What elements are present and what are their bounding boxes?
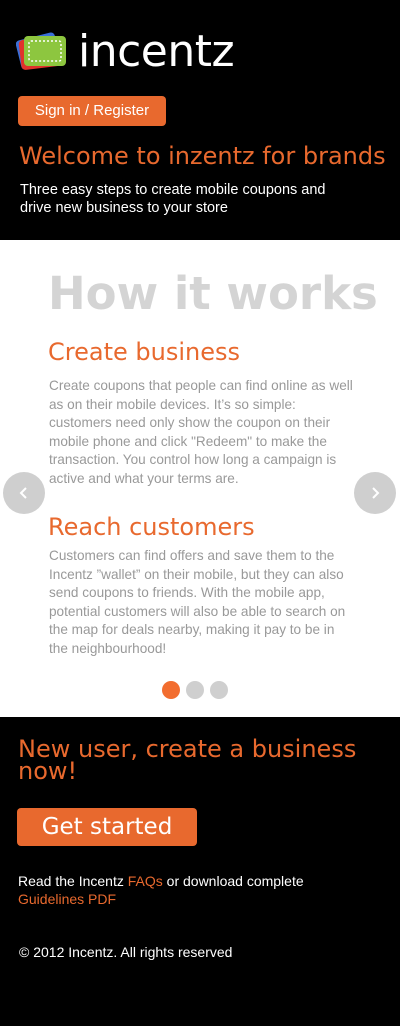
carousel-dot-3[interactable] (210, 681, 228, 699)
sign-in-register-button[interactable]: Sign in / Register (18, 96, 166, 126)
chevron-right-icon (372, 487, 380, 499)
faq-prefix: Read the Incentz (18, 873, 128, 889)
step-body-reach-customers: Customers can find offers and save them … (49, 548, 346, 656)
get-started-button[interactable]: Get started (17, 808, 197, 846)
coupon-logo-icon (15, 28, 68, 74)
carousel-next-button[interactable] (354, 472, 396, 514)
step-title-reach-customers: Reach customers (48, 513, 255, 541)
cta-heading: New user, create a business now! (18, 735, 357, 785)
intro-text: Three easy steps to create mobile coupon… (20, 182, 326, 216)
logo[interactable] (15, 28, 68, 74)
how-it-works-title: How it works (48, 267, 378, 320)
welcome-heading: Welcome to inzentz for brands (19, 142, 386, 170)
carousel-prev-button[interactable] (3, 472, 45, 514)
guidelines-pdf-link[interactable]: Guidelines PDF (18, 891, 116, 907)
chevron-left-icon (19, 487, 27, 499)
carousel-pagination (162, 681, 228, 699)
faq-middle: or download complete (162, 873, 304, 889)
faq-text: Read the Incentz FAQs or download comple… (18, 872, 358, 908)
faqs-link[interactable]: FAQs (128, 873, 163, 889)
step-title-create-business: Create business (48, 338, 240, 366)
step-body-create-business: Create coupons that people can find onli… (49, 378, 353, 486)
carousel-dot-2[interactable] (186, 681, 204, 699)
logo-text: incentz (78, 26, 235, 77)
copyright: © 2012 Incentz. All rights reserved (19, 944, 233, 960)
header: incentz Sign in / Register Welcome to in… (0, 0, 400, 240)
carousel-dot-1[interactable] (162, 681, 180, 699)
